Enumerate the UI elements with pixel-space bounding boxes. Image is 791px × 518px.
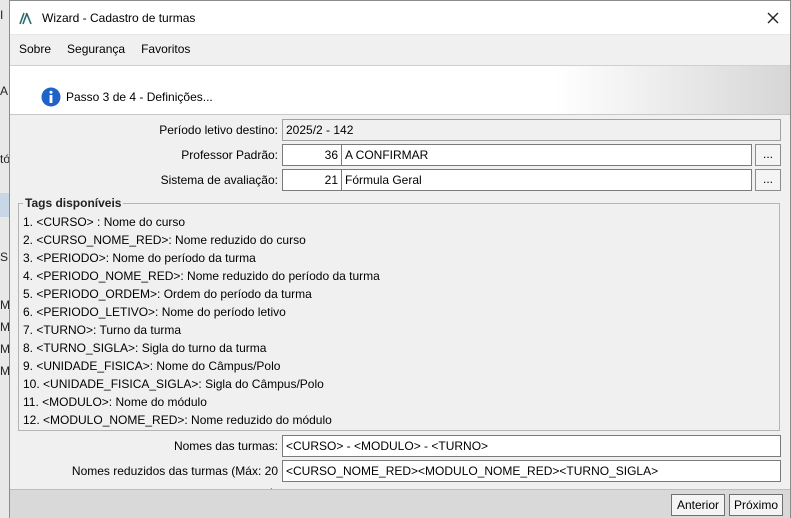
tag-item: 5. <PERIODO_ORDEM>: Ordem do período da … xyxy=(23,287,312,301)
next-button[interactable]: Próximo xyxy=(729,494,783,516)
wizard-step-header: Passo 3 de 4 - Definições... xyxy=(10,65,790,115)
tag-item: 7. <TURNO>: Turno da turma xyxy=(23,323,182,337)
tag-item: 4. <PERIODO_NOME_RED>: Nome reduzido do … xyxy=(23,269,380,283)
background-app-fragment: I xyxy=(0,8,4,22)
background-app-fragment: S xyxy=(0,250,9,264)
tag-item: 3. <PERIODO>: Nome do período da turma xyxy=(23,251,256,265)
menu-item-seguranca[interactable]: Segurança xyxy=(67,42,125,56)
nomes-turmas-label: Nomes das turmas: xyxy=(173,439,278,453)
close-icon[interactable] xyxy=(764,9,782,27)
tags-list: 1. <CURSO> : Nome do curso 2. <CURSO_NOM… xyxy=(19,210,779,429)
wizard-footer: Anterior Próximo xyxy=(10,489,790,518)
tags-legend: Tags disponíveis xyxy=(25,196,122,210)
nomes-turmas-input[interactable]: <CURSO> - <MODULO> - <TURNO> xyxy=(282,435,781,457)
window-title: Wizard - Cadastro de turmas xyxy=(42,10,196,25)
step-indicator: Passo 3 de 4 - Definições... xyxy=(66,90,213,104)
tag-item: 1. <CURSO> : Nome do curso xyxy=(23,215,186,229)
tag-item: 10. <UNIDADE_FISICA_SIGLA>: Sigla do Câm… xyxy=(23,377,324,391)
professor-browse-button[interactable]: ... xyxy=(755,144,781,166)
previous-button[interactable]: Anterior xyxy=(671,494,725,516)
tag-item: 11. <MODULO>: Nome do módulo xyxy=(23,395,207,409)
background-app-fragment: A xyxy=(0,84,9,98)
tag-item: 6. <PERIODO_LETIVO>: Nome do período let… xyxy=(23,305,286,319)
sistema-name-field[interactable]: Fórmula Geral xyxy=(341,169,752,191)
professor-label: Professor Padrão: xyxy=(181,148,278,162)
menu-bar: Sobre Segurança Favoritos xyxy=(10,35,790,63)
sistema-code-field[interactable]: 21 xyxy=(282,169,342,191)
sistema-label: Sistema de avaliação: xyxy=(160,173,278,187)
wizard-window: Wizard - Cadastro de turmas Sobre Segura… xyxy=(9,0,791,518)
periodo-field: 2025/2 - 142 xyxy=(282,119,781,141)
tag-item: 9. <UNIDADE_FISICA>: Nome do Câmpus/Polo xyxy=(23,359,281,373)
periodo-label: Período letivo destino: xyxy=(159,123,278,137)
professor-code-field[interactable]: 36 xyxy=(282,144,342,166)
menu-item-favoritos[interactable]: Favoritos xyxy=(141,42,190,56)
sistema-browse-button[interactable]: ... xyxy=(755,169,781,191)
menu-item-sobre[interactable]: Sobre xyxy=(19,42,51,56)
nomes-reduzidos-input[interactable]: <CURSO_NOME_RED><MODULO_NOME_RED><TURNO_… xyxy=(282,460,781,482)
title-bar[interactable]: Wizard - Cadastro de turmas xyxy=(10,1,790,35)
tag-item: 2. <CURSO_NOME_RED>: Nome reduzido do cu… xyxy=(23,233,306,247)
tags-panel: Tags disponíveis 1. <CURSO> : Nome do cu… xyxy=(18,196,780,431)
app-logo-icon xyxy=(19,12,32,24)
professor-name-field[interactable]: A CONFIRMAR xyxy=(341,144,752,166)
tag-item: 12. <MODULO_NOME_RED>: Nome reduzido do … xyxy=(23,413,332,427)
info-icon xyxy=(41,87,61,107)
tag-item: 8. <TURNO_SIGLA>: Sigla do turno da turm… xyxy=(23,341,267,355)
